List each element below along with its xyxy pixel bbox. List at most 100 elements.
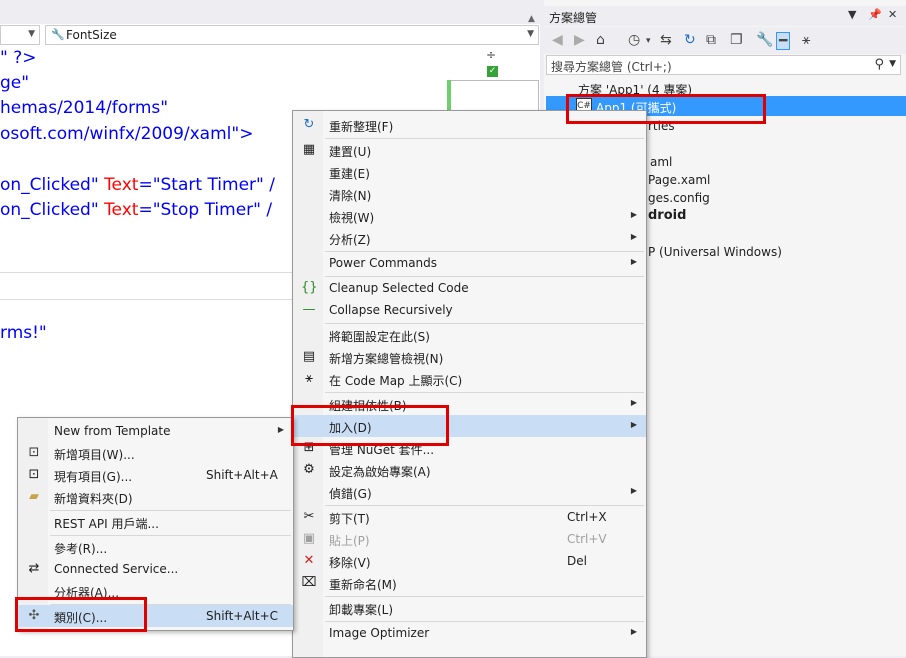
xaml-text: on_Clicked"	[0, 175, 105, 195]
chevron-down-icon: ▼	[28, 29, 35, 39]
chevron-down-icon[interactable]: ▼	[889, 59, 896, 69]
menu-item-label: 設定為啟始專案(A)	[329, 465, 431, 479]
home-icon[interactable]: ⌂	[596, 32, 605, 48]
editor-tab-strip	[0, 0, 540, 24]
xaml-text: " ?>	[0, 48, 37, 68]
tree-item-packages-config[interactable]: ges.config	[648, 191, 710, 205]
nav-type-dropdown[interactable]: ▼	[0, 25, 40, 45]
chevron-down-icon: ▼	[527, 29, 534, 39]
menu-item-main_menu-30[interactable]: Image Optimizer ▶	[293, 622, 646, 644]
menu-item-shortcut: Ctrl+X	[567, 510, 607, 524]
submenu-arrow-icon: ▶	[630, 232, 637, 241]
menu-item-main_menu-3[interactable]: 重建(E)	[293, 161, 646, 183]
new-item-icon: ⊡	[28, 445, 40, 460]
wrench-icon: 🔧	[51, 28, 65, 41]
history-icon[interactable]: ◷	[628, 32, 640, 48]
menu-item-label: New from Template	[54, 424, 171, 438]
menu-item-label: 貼上(P)	[329, 534, 370, 548]
menu-item-main_menu-25[interactable]: ✕ 移除(V) Del	[293, 550, 646, 572]
xaml-text: ="Stop Timer" /	[138, 200, 273, 220]
menu-item-add_menu-5[interactable]: REST API 用戶端...	[18, 511, 293, 533]
menu-item-main_menu-6[interactable]: 分析(Z) ▶	[293, 227, 646, 249]
submenu-arrow-icon: ▶	[630, 486, 637, 495]
submenu-arrow-icon: ▶	[630, 257, 637, 266]
pin-icon[interactable]: 📌	[868, 8, 882, 21]
tree-item-app-xaml[interactable]: aml	[650, 155, 672, 169]
properties-icon[interactable]: 🔧	[756, 32, 773, 48]
menu-item-add_menu-1[interactable]: ⊡ 新增項目(W)...	[18, 442, 293, 464]
solution-explorer-toolbar: ◀ ▶ ⌂ ◷ ▾ ⇆ ↻ ⧉ ❐ 🔧 ━ ⚹	[544, 27, 906, 54]
annotation-box-class	[15, 597, 147, 632]
menu-item-main_menu-5[interactable]: 檢視(W) ▶	[293, 205, 646, 227]
copy-icon[interactable]: ❐	[730, 32, 743, 48]
scroll-up-icon[interactable]: ▲	[528, 14, 535, 24]
code-map-icon[interactable]: ⚹	[802, 32, 810, 48]
menu-item-main_menu-15[interactable]: ⚹ 在 Code Map 上顯示(C)	[293, 368, 646, 390]
collapse-all-icon[interactable]: ⧉	[706, 32, 716, 48]
forward-icon[interactable]: ▶	[574, 32, 585, 48]
history-dropdown-icon[interactable]: ▾	[646, 36, 651, 46]
tree-item-uwp[interactable]: P (Universal Windows)	[648, 245, 782, 259]
code-line: on_Clicked" Text="Stop Timer" /	[0, 200, 272, 220]
menu-item-main_menu-23[interactable]: ✂ 剪下(T) Ctrl+X	[293, 506, 646, 528]
preview-selected-icon[interactable]: ━	[776, 32, 791, 50]
status-check-icon: ✓	[487, 66, 498, 77]
menu-item-main_menu-14[interactable]: ▤ 新增方案總管檢視(N)	[293, 346, 646, 368]
sync-icon[interactable]: ⇆	[660, 32, 672, 48]
tree-item-android[interactable]: droid	[648, 208, 686, 223]
code-line: osoft.com/winfx/2009/xaml">	[0, 124, 253, 144]
menu-item-main_menu-11[interactable]: — Collapse Recursively	[293, 299, 646, 321]
menu-item-main_menu-8[interactable]: Power Commands ▶	[293, 252, 646, 274]
menu-item-label: 移除(V)	[329, 556, 371, 570]
menu-item-add_menu-7[interactable]: 參考(R)...	[18, 536, 293, 558]
new-view-icon: ▤	[302, 349, 316, 364]
menu-item-main_menu-21[interactable]: 偵錯(G) ▶	[293, 481, 646, 503]
menu-item-label: 檢視(W)	[329, 211, 375, 225]
cut-icon: ✂	[303, 509, 315, 524]
back-icon[interactable]: ◀	[552, 32, 563, 48]
menu-item-label: REST API 用戶端...	[54, 517, 159, 531]
submenu-arrow-icon: ▶	[277, 425, 284, 434]
menu-item-label: 偵錯(G)	[329, 487, 372, 501]
menu-item-add_menu-0[interactable]: New from Template ▶	[18, 420, 293, 442]
submenu-arrow-icon: ▶	[630, 420, 637, 429]
xaml-text: hemas/2014/forms"	[0, 98, 169, 118]
menu-item-shortcut: Ctrl+V	[567, 532, 607, 546]
paste-icon: ▣	[302, 531, 316, 546]
menu-item-add_menu-2[interactable]: ⊡ 現有項目(G)... Shift+Alt+A	[18, 464, 293, 486]
menu-item-main_menu-13[interactable]: 將範圍設定在此(S)	[293, 324, 646, 346]
close-icon[interactable]: ✕	[888, 8, 897, 21]
context-menu-project: ↻ 重新整理(F) ▦ 建置(U) 重建(E) 清除(N) 檢視(W) ▶ 分析(Z) ▶ Powe…	[292, 110, 647, 658]
menu-item-main_menu-4[interactable]: 清除(N)	[293, 183, 646, 205]
menu-item-main_menu-26[interactable]: ⌧ 重新命名(M)	[293, 572, 646, 594]
xaml-text: ="Start Timer" /	[138, 175, 275, 195]
xaml-attribute: Text	[104, 175, 139, 195]
menu-item-shortcut: Shift+Alt+C	[206, 609, 279, 623]
submenu-arrow-icon: ▶	[630, 398, 637, 407]
menu-item-main_menu-24: ▣ 貼上(P) Ctrl+V	[293, 528, 646, 550]
refresh-icon[interactable]: ↻	[684, 32, 696, 48]
menu-item-main_menu-10[interactable]: {} Cleanup Selected Code	[293, 277, 646, 299]
search-input[interactable]: 搜尋方案總管 (Ctrl+;) ⚲ ▼	[546, 55, 901, 75]
menu-item-main_menu-2[interactable]: ▦ 建置(U)	[293, 139, 646, 161]
menu-item-label: Power Commands	[329, 256, 438, 270]
menu-item-add_menu-8[interactable]: ⇄ Connected Service...	[18, 558, 293, 580]
menu-item-main_menu-28[interactable]: 卸載專案(L)	[293, 597, 646, 619]
dropdown-icon[interactable]: ▼	[848, 8, 856, 21]
menu-item-label: 新增方案總管檢視(N)	[329, 352, 444, 366]
menu-item-label: Cleanup Selected Code	[329, 281, 469, 295]
split-view-icon[interactable]: ÷	[486, 48, 496, 62]
xaml-attribute: Text	[104, 200, 139, 220]
menu-item-add_menu-3[interactable]: ▰ 新增資料夾(D)	[18, 486, 293, 508]
menu-item-main_menu-20[interactable]: ⚙ 設定為啟始專案(A)	[293, 459, 646, 481]
code-line: on_Clicked" Text="Start Timer" /	[0, 175, 275, 195]
menu-item-label: 新增項目(W)...	[54, 448, 135, 462]
nav-member-dropdown[interactable]: 🔧 FontSize ▼	[45, 25, 539, 45]
menu-item-label: Collapse Recursively	[329, 303, 453, 317]
tree-item-mainpage[interactable]: Page.xaml	[648, 173, 710, 187]
menu-item-label: 卸載專案(L)	[329, 603, 394, 617]
code-map-icon: ⚹	[305, 371, 313, 386]
existing-item-icon: ⊡	[28, 467, 40, 482]
menu-item-label: Connected Service...	[54, 562, 179, 576]
delete-icon: ✕	[303, 553, 315, 568]
